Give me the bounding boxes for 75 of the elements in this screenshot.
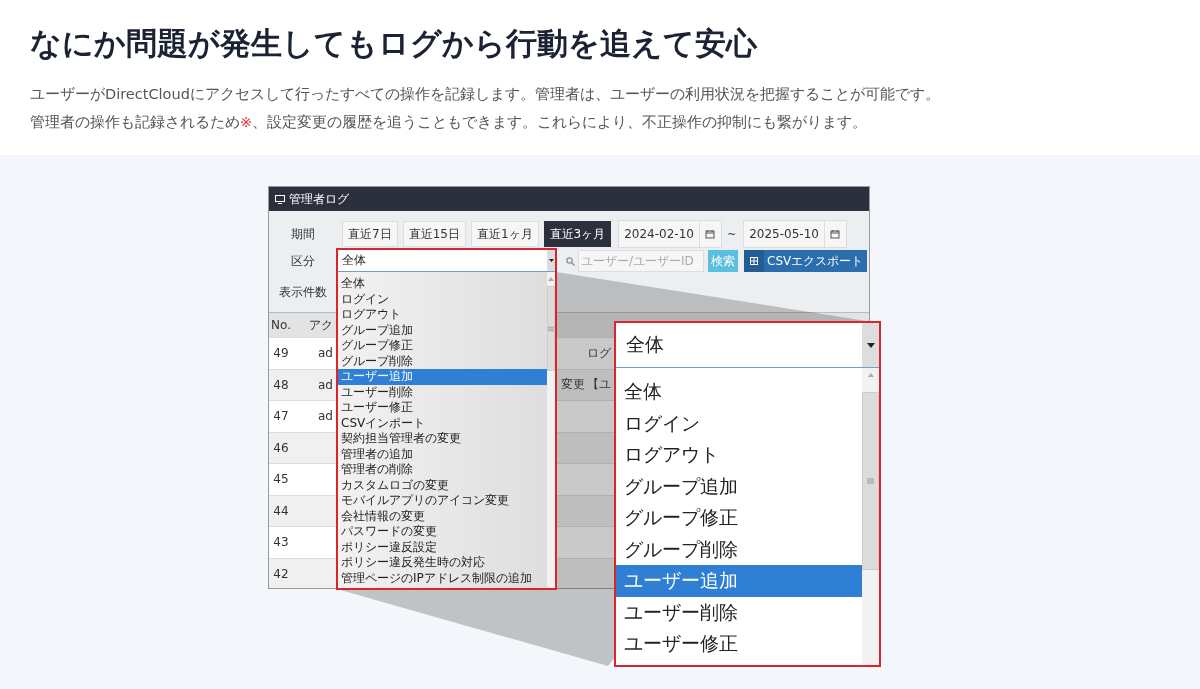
dropdown-option[interactable]: グループ削除 [338,353,547,369]
dropdown-option[interactable]: ログイン [616,407,862,439]
table-cell: ログ [587,345,611,360]
monitor-icon [275,194,285,204]
dropdown-option[interactable]: 会社情報の変更 [338,508,547,524]
intro-paragraph: ユーザーがDirectCloudにアクセスして行ったすべての操作を記録します。管理者は、ユーザーの利用状況を把握することが可能です。 [30,85,941,104]
table-cell-text: 44 [272,503,290,518]
field-label: 区分 [290,252,316,270]
scroll-up-icon [867,373,874,377]
table-icon [750,257,758,265]
table-cell: 【ユ [587,377,611,392]
dropdown-option[interactable]: 管理者の削除 [338,462,547,478]
scrollbar[interactable] [862,368,879,665]
period-button[interactable]: 直近3ヶ月 [543,221,612,247]
period-button[interactable]: 直近15日 [402,221,466,247]
dropdown-option[interactable]: ユーザー削除 [616,596,862,628]
dropdown-option[interactable]: ユーザー修正 [616,628,862,660]
window-title: 管理者ログ [289,190,349,208]
field-label: 期間 [290,225,316,243]
scrollbar[interactable] [547,272,555,588]
dropdown-option[interactable]: モバイルアプリのアイコン変更 [338,493,547,509]
page-heading: なにか問題が発生してもログから行動を追えて安心 [30,24,758,63]
dropdown-option[interactable]: ユーザー修正 [338,400,547,416]
dropdown-option[interactable]: グループ追加 [616,470,862,502]
dropdown-option[interactable]: ユーザー追加 [616,565,862,597]
table-cell-text: 46 [272,440,290,455]
dropdown-option[interactable]: ログイン [338,291,547,307]
dropdown-option[interactable]: 管理ページのIPアドレス制限の追加 [338,570,547,586]
dropdown-option[interactable]: カスタムロゴの変更 [338,477,547,493]
column-header: アク [308,316,333,334]
search-field[interactable]: ユーザー/ユーザーID [578,250,704,272]
dropdown-option[interactable]: パスワードの変更 [338,524,547,540]
dropdown-option[interactable]: 全体 [338,276,547,292]
period-button[interactable]: 直近7日 [342,221,398,247]
date-field[interactable]: 2024-02-10 [618,220,722,248]
grip-icon [867,478,874,484]
table-cell-text: 47 [272,409,290,424]
table-cell: ad [318,377,333,392]
dropdown-option[interactable]: グループ修正 [338,338,547,354]
table-cell-text: 48 [272,377,290,392]
caret-icon [548,259,554,262]
search-icon [566,256,575,266]
scroll-up-icon [548,277,554,281]
dropdown-option[interactable]: グループ削除 [616,533,862,565]
dropdown-option[interactable]: ログアウト [616,439,862,471]
calendar-icon [830,229,841,239]
grip-icon [548,325,554,332]
table-cell-text: 45 [272,472,290,487]
calendar-icon [705,229,716,239]
dropdown-option[interactable]: ポリシー違反設定 [338,539,547,555]
dropdown-option[interactable]: ユーザー追加 [338,369,547,385]
dropdown-option[interactable]: 全体 [616,376,862,408]
table-cell: ad [318,346,333,361]
dropdown-option[interactable]: 管理者の追加 [338,446,547,462]
dropdown-option[interactable]: ログアウト [338,307,547,323]
dropdown-option[interactable]: ポリシー違反発生時の対応 [338,555,547,571]
table-cell-text: 43 [272,535,290,550]
dropdown-option[interactable]: グループ修正 [616,502,862,534]
dropdown-option[interactable]: ユーザー削除 [338,384,547,400]
date-separator: ~ [726,227,737,241]
csv-export-button[interactable]: CSVエクスポート [744,250,868,272]
intro-paragraph: 管理者の操作も記録されるため※、設定変更の履歴を追うこともできます。これらにより、不正操作の抑制にも繋がります。 [30,113,869,132]
table-cell: 変更 [561,377,585,392]
column-header: No. [270,318,292,332]
table-cell: ad [318,409,333,424]
select-field[interactable]: 全体 [616,323,879,368]
dropdown-option[interactable]: 契約担当管理者の変更 [338,431,547,447]
table-cell-text: 42 [272,566,290,581]
date-field[interactable]: 2025-05-10 [743,220,847,248]
dropdown-option[interactable]: CSVインポート [338,415,547,431]
caret-icon [866,342,875,348]
dropdown-option[interactable]: グループ追加 [338,322,547,338]
field-label: 表示件数 [278,284,328,301]
period-button[interactable]: 直近1ヶ月 [470,221,539,247]
table-cell-text: 49 [272,346,290,361]
